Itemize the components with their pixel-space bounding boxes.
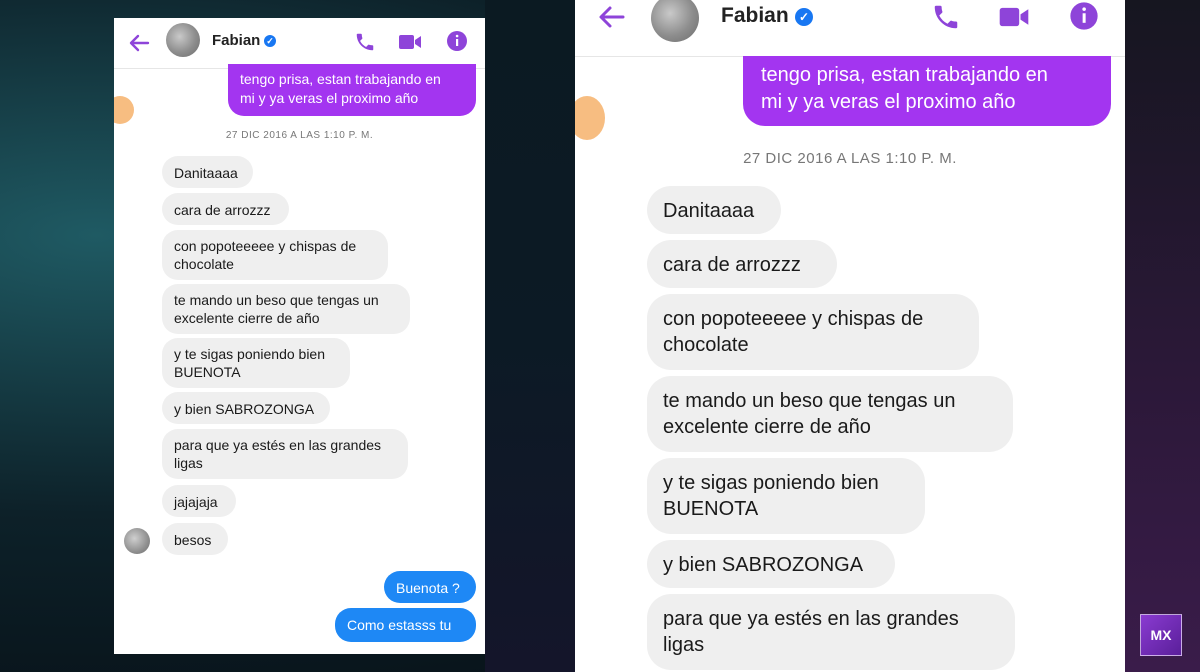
- sent-message-bubble[interactable]: Como estasss tu: [335, 608, 476, 642]
- chat-header: Fabian ✓: [114, 18, 485, 69]
- message-line: con popoteeeee y chispas de: [663, 308, 924, 330]
- message-line: chocolate: [663, 334, 749, 356]
- background-gap: [485, 0, 575, 672]
- message-line: BUENOTA: [174, 364, 241, 380]
- message-line: chocolate: [174, 256, 234, 272]
- message-line: excelente cierre de año: [174, 310, 320, 326]
- contact-avatar[interactable]: [166, 23, 200, 57]
- message-line: ligas: [663, 634, 705, 656]
- received-message-bubble[interactable]: para que ya estés en las grandes ligas: [647, 594, 1015, 670]
- received-message-bubble[interactable]: y bien SABROZONGA: [162, 392, 330, 424]
- message-line: excelente cierre de año: [663, 416, 871, 438]
- video-icon[interactable]: [398, 32, 422, 52]
- message-line: Danitaaaa: [663, 200, 755, 222]
- video-icon[interactable]: [997, 4, 1031, 30]
- received-message-bubble[interactable]: Danitaaaa: [647, 186, 781, 234]
- message-timestamp: 27 DIC 2016 A LAS 1:10 P. M.: [225, 130, 374, 141]
- message-line: Como estasss tu: [347, 617, 452, 633]
- back-arrow-icon[interactable]: [597, 4, 625, 30]
- side-avatar-dot: [575, 96, 605, 140]
- contact-name: Fabian: [721, 4, 789, 27]
- message-line: tengo prisa, estan trabajando en: [761, 64, 1048, 86]
- chat-screenshot-right: Fabian ✓ tengo prisa, estan trabajando e…: [575, 0, 1125, 672]
- message-line: y te sigas poniendo bien: [663, 472, 879, 494]
- message-line: mi y ya veras el proximo año: [761, 91, 1016, 113]
- received-message-bubble[interactable]: te mando un beso que tengas un excelente…: [162, 284, 410, 334]
- chat-header: Fabian ✓: [575, 0, 1125, 57]
- message-line: con popoteeeee y chispas de: [174, 238, 357, 254]
- sent-message-bubble[interactable]: tengo prisa, estan trabajando en mi y ya…: [743, 56, 1111, 126]
- sent-message-bubble[interactable]: tengo prisa, estan trabajando en mi y ya…: [228, 64, 476, 116]
- received-message-bubble[interactable]: cara de arrozzz: [162, 193, 289, 225]
- info-icon[interactable]: [446, 30, 468, 52]
- message-line: Danitaaaa: [174, 165, 238, 181]
- received-message-bubble[interactable]: Danitaaaa: [162, 156, 253, 188]
- message-line: Buenota ?: [396, 580, 460, 596]
- message-line: ligas: [174, 455, 203, 471]
- received-message-bubble[interactable]: te mando un beso que tengas un excelente…: [647, 376, 1013, 452]
- message-line: besos: [174, 532, 212, 548]
- message-timestamp: 27 DIC 2016 A LAS 1:10 P. M.: [743, 150, 957, 167]
- received-message-bubble[interactable]: cara de arrozzz: [647, 240, 837, 288]
- received-message-bubble[interactable]: con popoteeeee y chispas de chocolate: [162, 230, 388, 280]
- message-line: mi y ya veras el proximo año: [240, 90, 419, 106]
- message-line: y bien SABROZONGA: [174, 401, 315, 417]
- phone-icon[interactable]: [931, 2, 961, 32]
- chat-screenshot-left: Fabian ✓ tengo prisa, estan trabajando e…: [114, 18, 485, 654]
- back-arrow-icon[interactable]: [128, 32, 150, 54]
- received-message-bubble[interactable]: besos: [162, 523, 228, 555]
- verified-icon: ✓: [795, 8, 813, 26]
- contact-avatar[interactable]: [651, 0, 699, 42]
- received-message-bubble[interactable]: y te sigas poniendo bien BUENOTA: [162, 338, 350, 388]
- side-avatar-dot: [114, 96, 134, 124]
- info-icon[interactable]: [1069, 1, 1099, 31]
- received-message-bubble[interactable]: jajajaja: [162, 485, 236, 517]
- message-line: tengo prisa, estan trabajando en: [240, 71, 441, 87]
- contact-message-avatar[interactable]: [124, 528, 150, 554]
- message-line: cara de arrozzz: [663, 254, 801, 276]
- received-message-bubble[interactable]: y te sigas poniendo bien BUENOTA: [647, 458, 925, 534]
- message-line: y bien SABROZONGA: [663, 554, 864, 576]
- background-right: [1125, 0, 1200, 672]
- received-message-bubble[interactable]: y bien SABROZONGA: [647, 540, 895, 588]
- message-line: jajajaja: [174, 494, 218, 510]
- received-message-bubble[interactable]: para que ya estés en las grandes ligas: [162, 429, 408, 479]
- sent-message-bubble[interactable]: Buenota ?: [384, 571, 476, 603]
- message-line: para que ya estés en las grandes: [663, 608, 959, 630]
- message-line: BUENOTA: [663, 498, 759, 520]
- contact-name: Fabian: [212, 32, 261, 49]
- message-line: te mando un beso que tengas un: [174, 292, 379, 308]
- message-line: cara de arrozzz: [174, 202, 271, 218]
- received-message-bubble[interactable]: con popoteeeee y chispas de chocolate: [647, 294, 979, 370]
- message-line: y te sigas poniendo bien: [174, 346, 325, 362]
- verified-icon: ✓: [264, 35, 276, 47]
- phone-icon[interactable]: [354, 31, 376, 53]
- channel-logo: MX: [1140, 614, 1182, 656]
- message-line: para que ya estés en las grandes: [174, 437, 382, 453]
- message-line: te mando un beso que tengas un: [663, 390, 956, 412]
